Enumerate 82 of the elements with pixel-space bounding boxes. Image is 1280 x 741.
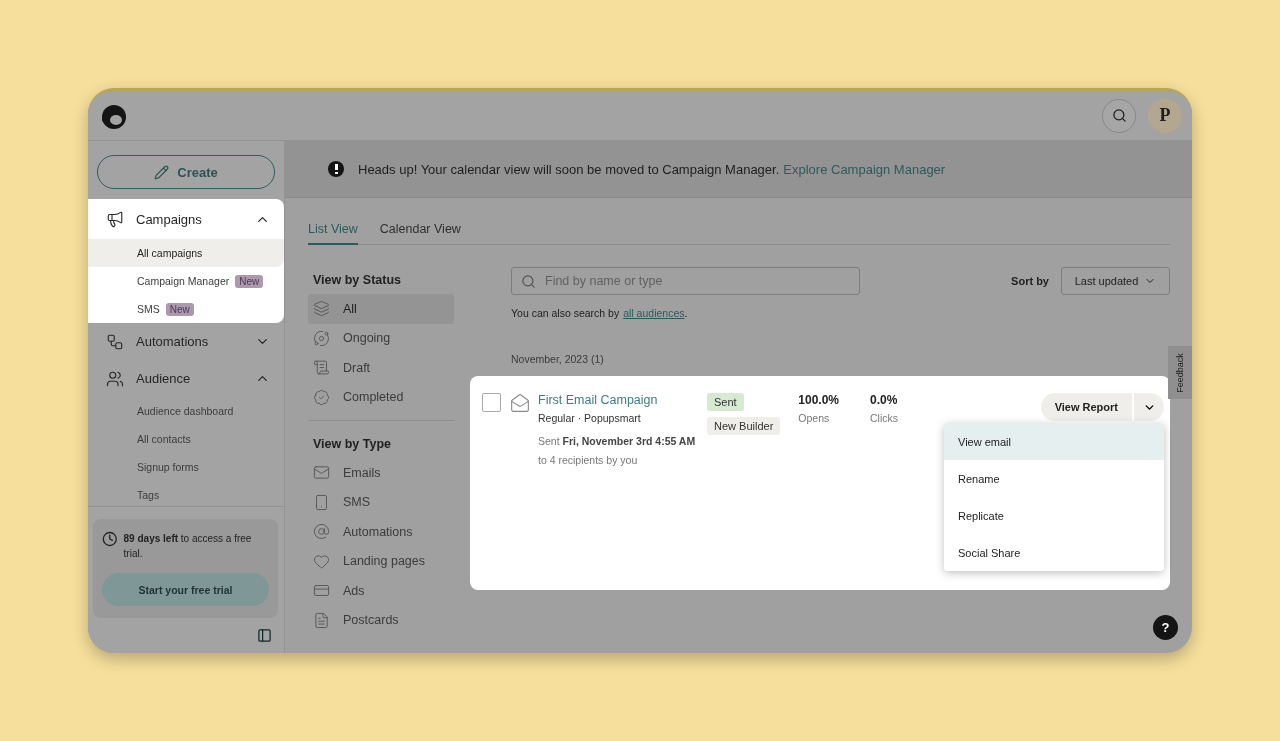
layers-icon [313, 300, 330, 318]
menu-item[interactable]: View email [944, 423, 1164, 460]
people-icon [106, 369, 124, 388]
filter-item[interactable]: SMS [308, 487, 454, 517]
workflow-icon [106, 332, 124, 351]
sent-date: Sent Fri, November 3rd 4:55 AM [538, 435, 697, 447]
check-badge-icon [313, 388, 330, 406]
envelope-icon [313, 464, 330, 482]
megaphone-icon [106, 210, 124, 228]
status-tag: Sent [707, 393, 744, 411]
explore-link[interactable]: Explore Campaign Manager [783, 161, 946, 177]
help-button[interactable]: ? [1153, 615, 1178, 640]
menu-item[interactable]: Replicate [944, 497, 1164, 534]
nav-subitem-label: Audience dashboard [137, 405, 234, 417]
orbit-icon [313, 329, 330, 347]
nav-subitem-label: All campaigns [137, 247, 203, 259]
new-badge: New [165, 302, 194, 316]
stat-value: 0.0% [870, 393, 898, 407]
view-tab[interactable]: List View [308, 222, 358, 245]
recipients-text: to 4 recipients by you [538, 454, 639, 466]
stat-value: 100.0% [798, 393, 839, 407]
nav-subitem-label: Tags [137, 489, 160, 501]
filter-item[interactable]: Postcards [308, 605, 454, 635]
stat-label: Clicks [870, 412, 898, 424]
menu-item[interactable]: Social Share [944, 534, 1164, 571]
filter-item[interactable]: Completed [308, 382, 454, 412]
panel-toggle-icon[interactable] [257, 628, 272, 643]
search-icon [521, 274, 536, 289]
phone-icon [313, 493, 330, 511]
nav-subitem[interactable]: SMS New [88, 295, 284, 323]
document-icon [313, 611, 330, 629]
sort-select[interactable]: Last updated [1061, 267, 1170, 295]
nav-item[interactable]: Audience [88, 360, 284, 397]
filter-item[interactable]: Emails [308, 458, 454, 488]
alert-icon [328, 161, 344, 177]
search-field[interactable]: Find by name or type [511, 267, 860, 295]
nav-subitem[interactable]: Campaign Manager New [88, 267, 284, 295]
group-heading: November, 2023 (1) [511, 353, 605, 365]
nav-subitem-label: Signup forms [137, 461, 199, 473]
nav-subitem[interactable]: Signup forms [88, 453, 284, 481]
filter-item[interactable]: Draft [308, 353, 454, 383]
nav-subitem[interactable]: Tags [88, 481, 284, 506]
filter-item[interactable]: Ads [308, 576, 454, 606]
nav-subitem[interactable]: All contacts [88, 425, 284, 453]
nav-item[interactable]: Campaigns [88, 199, 284, 239]
filter-item[interactable]: All [308, 294, 454, 324]
avatar[interactable]: P [1148, 98, 1182, 133]
campaign-name[interactable]: First Email Campaign [538, 393, 708, 407]
new-badge: New [235, 274, 264, 288]
nav-subitem-label: SMS [137, 303, 160, 315]
view-report-button[interactable]: View Report [1040, 393, 1132, 421]
notice-text: Heads up! Your calendar view will soon be moved to Campaign Manager. [358, 161, 780, 177]
search-icon [1111, 108, 1127, 123]
nav-subitem[interactable]: Audience dashboard [88, 397, 284, 425]
filter-item[interactable]: Ongoing [308, 323, 454, 353]
view-tab[interactable]: Calendar View [379, 222, 461, 245]
filter-item[interactable]: Landing pages [308, 546, 454, 576]
hint-period: . [684, 307, 688, 319]
start-trial-button[interactable]: Start your free trial [102, 573, 269, 606]
nav-subitem[interactable]: All campaigns [88, 239, 284, 267]
nav-item[interactable]: Automations [88, 323, 284, 360]
envelope-icon [510, 393, 530, 413]
trial-text: 89 days left to access a free trial. [123, 532, 253, 561]
sort-label: Sort by [1011, 275, 1049, 287]
search-button[interactable] [1102, 98, 1136, 133]
nav-subitem-label: All contacts [137, 433, 191, 445]
filter-heading: View by Type [312, 436, 393, 453]
filter-item[interactable]: Automations [308, 517, 454, 547]
menu-item[interactable]: Rename [944, 460, 1164, 497]
status-tag: New Builder [707, 417, 781, 435]
feedback-tab[interactable]: Feedback [1168, 346, 1192, 399]
at-sign-icon [313, 523, 330, 541]
filter-heading: View by Status [312, 272, 402, 289]
nav-subitem-label: Campaign Manager [137, 275, 230, 287]
checkbox[interactable] [482, 393, 501, 412]
stat-label: Opens [798, 412, 831, 424]
pencil-icon [154, 164, 170, 180]
campaign-meta: Regular · Popupsmart [538, 412, 642, 424]
search-hint: You can also search by [511, 307, 620, 319]
scroll-icon [313, 359, 330, 377]
heart-icon [313, 552, 330, 570]
clock-icon [102, 531, 118, 547]
